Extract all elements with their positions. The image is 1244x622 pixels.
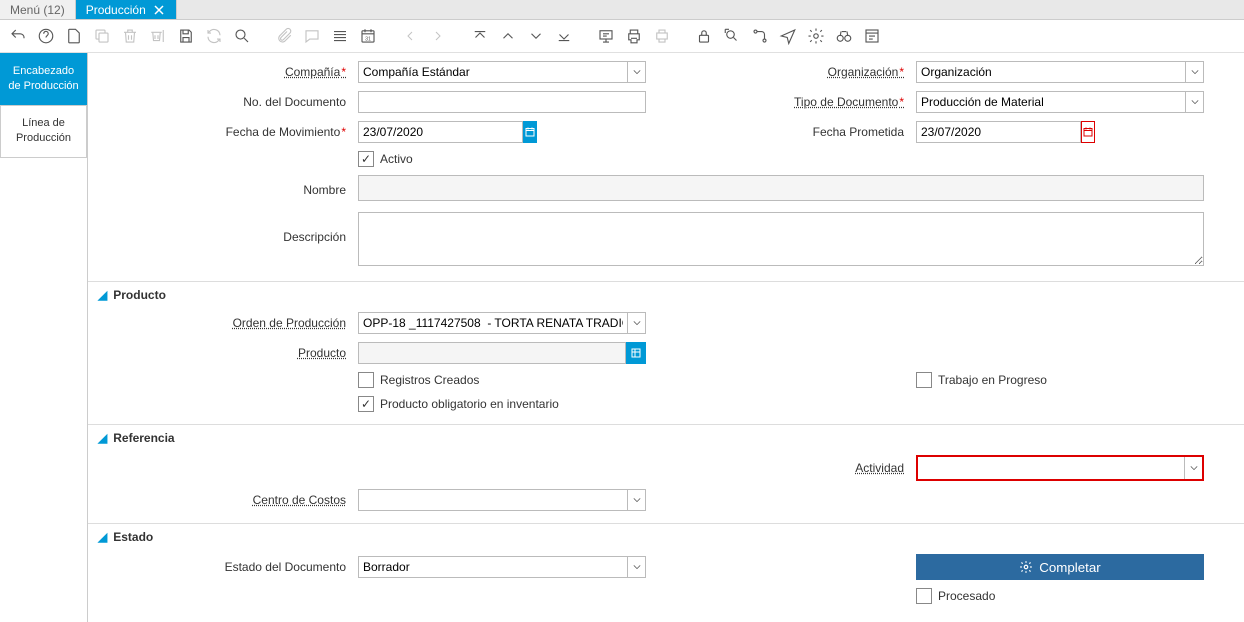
promdate-calendar-icon[interactable] xyxy=(1081,121,1095,143)
section-reference-label: Referencia xyxy=(113,431,174,445)
section-product-label: Producto xyxy=(113,288,166,302)
copy-icon[interactable] xyxy=(92,26,112,46)
name-label: Nombre xyxy=(98,183,348,197)
tab-menu[interactable]: Menú (12) xyxy=(0,0,76,19)
close-icon[interactable] xyxy=(152,3,166,17)
tab-menu-label: Menú (12) xyxy=(10,3,65,17)
binoculars-icon[interactable] xyxy=(834,26,854,46)
movdate-label: Fecha de Movimiento xyxy=(98,125,348,139)
costcenter-label: Centro de Costos xyxy=(98,493,348,507)
docstatus-field[interactable] xyxy=(358,556,628,578)
company-field[interactable] xyxy=(358,61,628,83)
activity-dropdown[interactable] xyxy=(1184,457,1202,479)
lock-icon[interactable] xyxy=(694,26,714,46)
workflow-icon[interactable] xyxy=(750,26,770,46)
doctype-label: Tipo de Documento xyxy=(656,95,906,109)
wip-label: Trabajo en Progreso xyxy=(938,373,1047,387)
delete-icon[interactable] xyxy=(120,26,140,46)
attach-icon[interactable] xyxy=(274,26,294,46)
prev-icon[interactable] xyxy=(400,26,420,46)
up-icon[interactable] xyxy=(498,26,518,46)
desc-label: Descripción xyxy=(98,212,348,244)
complete-button-label: Completar xyxy=(1039,560,1100,575)
wip-checkbox[interactable] xyxy=(916,372,932,388)
activity-label: Actividad xyxy=(656,461,906,475)
collapse-icon: ◢ xyxy=(98,288,107,302)
product-lookup-icon[interactable] xyxy=(626,342,646,364)
costcenter-dropdown[interactable] xyxy=(628,489,646,511)
org-dropdown[interactable] xyxy=(1186,61,1204,83)
help-icon[interactable] xyxy=(36,26,56,46)
zoom-icon[interactable] xyxy=(722,26,742,46)
tabs-bar: Menú (12) Producción xyxy=(0,0,1244,20)
promdate-field[interactable] xyxy=(916,121,1081,143)
active-checkbox[interactable] xyxy=(358,151,374,167)
docstatus-dropdown[interactable] xyxy=(628,556,646,578)
movdate-calendar-icon[interactable] xyxy=(523,121,537,143)
company-label: Compañía xyxy=(98,65,348,79)
docno-label: No. del Documento xyxy=(98,95,348,109)
toolbar: 31 xyxy=(0,20,1244,53)
org-field[interactable] xyxy=(916,61,1186,83)
svg-text:31: 31 xyxy=(365,37,371,43)
product-field[interactable] xyxy=(358,342,626,364)
processed-checkbox[interactable] xyxy=(916,588,932,604)
order-label: Orden de Producción xyxy=(98,316,348,330)
last-icon[interactable] xyxy=(554,26,574,46)
section-state[interactable]: ◢ Estado xyxy=(88,524,1244,550)
promdate-label: Fecha Prometida xyxy=(656,125,906,139)
sidebar-tab-header[interactable]: Encabezado de Producción xyxy=(0,53,87,106)
mandatory-checkbox[interactable] xyxy=(358,396,374,412)
name-field[interactable] xyxy=(358,175,1204,201)
gear-icon[interactable] xyxy=(806,26,826,46)
collapse-icon: ◢ xyxy=(98,530,107,544)
down-icon[interactable] xyxy=(526,26,546,46)
search-icon[interactable] xyxy=(232,26,252,46)
costcenter-field[interactable] xyxy=(358,489,628,511)
company-dropdown[interactable] xyxy=(628,61,646,83)
movdate-field[interactable] xyxy=(358,121,523,143)
order-dropdown[interactable] xyxy=(628,312,646,334)
print-icon[interactable] xyxy=(624,26,644,46)
sidebar: Encabezado de Producción Línea de Produc… xyxy=(0,53,88,622)
delete-all-icon[interactable] xyxy=(148,26,168,46)
save-icon[interactable] xyxy=(176,26,196,46)
tab-produccion-label: Producción xyxy=(86,3,146,17)
send-icon[interactable] xyxy=(778,26,798,46)
mandatory-label: Producto obligatorio en inventario xyxy=(380,397,559,411)
org-label: Organización xyxy=(656,65,906,79)
records-checkbox[interactable] xyxy=(358,372,374,388)
section-reference[interactable]: ◢ Referencia xyxy=(88,425,1244,451)
tab-produccion[interactable]: Producción xyxy=(76,0,177,19)
report-icon[interactable] xyxy=(596,26,616,46)
printer-icon[interactable] xyxy=(652,26,672,46)
section-product[interactable]: ◢ Producto xyxy=(88,282,1244,308)
chat-icon[interactable] xyxy=(302,26,322,46)
product-label: Producto xyxy=(98,346,348,360)
section-state-label: Estado xyxy=(113,530,153,544)
desc-field[interactable] xyxy=(358,212,1204,266)
collapse-icon: ◢ xyxy=(98,431,107,445)
doctype-dropdown[interactable] xyxy=(1186,91,1204,113)
new-icon[interactable] xyxy=(64,26,84,46)
docstatus-label: Estado del Documento xyxy=(98,560,348,574)
order-field[interactable] xyxy=(358,312,628,334)
activity-field[interactable] xyxy=(918,457,1184,479)
docno-field[interactable] xyxy=(358,91,646,113)
active-label: Activo xyxy=(380,152,413,166)
next-icon[interactable] xyxy=(428,26,448,46)
records-label: Registros Creados xyxy=(380,373,479,387)
sidebar-tab-line[interactable]: Línea de Producción xyxy=(0,105,87,158)
first-icon[interactable] xyxy=(470,26,490,46)
complete-button[interactable]: Completar xyxy=(916,554,1204,580)
export-icon[interactable] xyxy=(862,26,882,46)
undo-icon[interactable] xyxy=(8,26,28,46)
doctype-field[interactable] xyxy=(916,91,1186,113)
refresh-icon[interactable] xyxy=(204,26,224,46)
processed-label: Procesado xyxy=(938,589,995,603)
calendar-icon[interactable]: 31 xyxy=(358,26,378,46)
content: Compañía Organización No. del Documento … xyxy=(88,53,1244,622)
grid-icon[interactable] xyxy=(330,26,350,46)
